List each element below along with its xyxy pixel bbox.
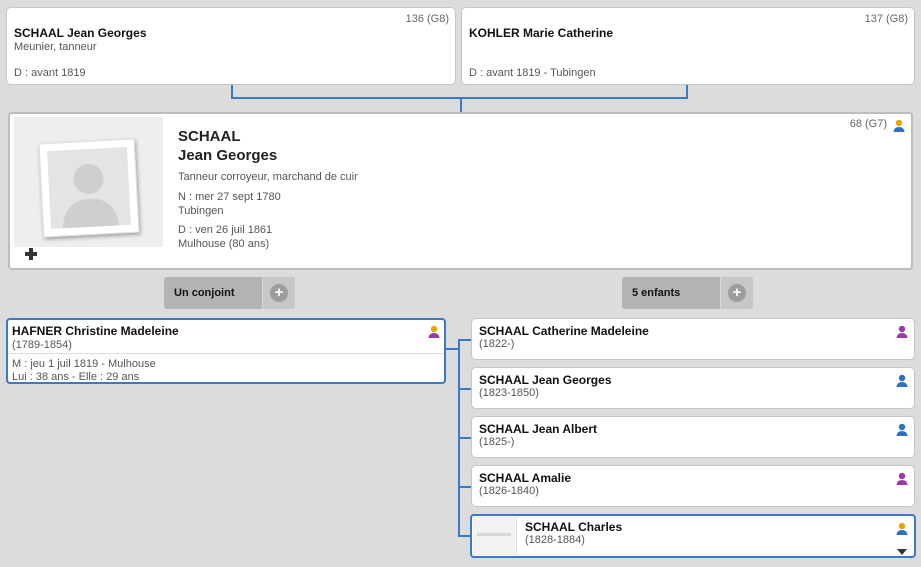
parents-link-down (460, 97, 462, 112)
father-occupation: Meunier, tanneur (14, 41, 97, 53)
spouse-years: (1789-1854) (12, 339, 72, 351)
father-name[interactable]: SCHAAL Jean Georges (14, 26, 147, 40)
mother-card[interactable]: 137 (G8) KOHLER Marie Catherine D : avan… (461, 7, 915, 85)
plus-icon[interactable] (24, 247, 38, 261)
mother-name[interactable]: KOHLER Marie Catherine (469, 26, 613, 40)
main-death-date: D : ven 26 juil 1861 (178, 224, 273, 236)
person-icon (896, 325, 908, 343)
add-icon: + (728, 284, 746, 302)
child-card[interactable]: SCHAAL Jean Georges (1823-1850) (471, 367, 915, 409)
photo-placeholder[interactable] (38, 138, 140, 238)
child-card[interactable]: SCHAAL Catherine Madeleine (1822-) (471, 318, 915, 360)
person-icon (896, 374, 908, 392)
children-count-label: 5 enfants (632, 287, 681, 299)
main-occupation: Tanneur corroyeur, marchand de cuir (178, 171, 358, 183)
main-person-card: 68 (G7) SCHAAL Jean Georges Tanneur corr… (8, 112, 913, 270)
person-icon (893, 119, 905, 137)
photo-frame[interactable] (14, 117, 163, 247)
children-link-tick-2 (458, 437, 471, 439)
add-child-button[interactable]: + (720, 277, 753, 309)
child-years: (1823-1850) (479, 387, 539, 399)
person-icon (896, 472, 908, 490)
add-icon: + (270, 284, 288, 302)
marriage-ages: Lui : 38 ans - Elle : 29 ans (12, 371, 140, 383)
marriage-info: M : jeu 1 juil 1819 - Mulhouse (12, 358, 156, 370)
main-sosa: 68 (G7) (849, 118, 887, 130)
spouse-count-label: Un conjoint (174, 287, 235, 299)
child-years: (1826-1840) (479, 485, 539, 497)
silhouette-icon (47, 146, 131, 230)
children-link-tick-3 (458, 486, 471, 488)
children-link-tick-1 (458, 388, 471, 390)
person-icon (428, 325, 440, 343)
spouse-toggle-button[interactable]: Un conjoint + (164, 277, 295, 309)
child-photo-thumbnail[interactable] (473, 517, 517, 555)
child-card[interactable]: SCHAAL Jean Albert (1825-) (471, 416, 915, 458)
child-name[interactable]: SCHAAL Jean Georges (479, 373, 612, 387)
child-name[interactable]: SCHAAL Catherine Madeleine (479, 324, 649, 338)
main-birth-place: Tubingen (178, 205, 224, 217)
children-toggle-button[interactable]: 5 enfants + (622, 277, 753, 309)
mother-death: D : avant 1819 - Tubingen (469, 67, 596, 79)
child-years: (1825-) (479, 436, 515, 448)
spouse-card[interactable]: HAFNER Christine Madeleine (1789-1854) M… (6, 318, 446, 384)
father-death: D : avant 1819 (14, 67, 86, 79)
main-death-place: Mulhouse (80 ans) (178, 238, 270, 250)
mother-sosa: 137 (G8) (864, 13, 908, 25)
main-surname: SCHAAL (178, 128, 241, 145)
divider (8, 353, 444, 354)
child-years: (1828-1884) (525, 534, 585, 546)
child-card-direct-line[interactable]: SCHAAL Charles (1828-1884) (470, 514, 916, 558)
child-name[interactable]: SCHAAL Jean Albert (479, 422, 597, 436)
chevron-down-icon[interactable] (896, 543, 908, 561)
father-card[interactable]: 136 (G8) SCHAAL Jean Georges Meunier, ta… (6, 7, 456, 85)
child-card[interactable]: SCHAAL Amalie (1826-1840) (471, 465, 915, 507)
add-spouse-button[interactable]: + (262, 277, 295, 309)
father-sosa: 136 (G8) (405, 13, 449, 25)
child-name[interactable]: SCHAAL Charles (525, 520, 622, 534)
child-name[interactable]: SCHAAL Amalie (479, 471, 571, 485)
person-icon (896, 423, 908, 441)
children-link-tick-0 (458, 339, 471, 341)
person-icon (896, 522, 908, 540)
child-years: (1822-) (479, 338, 515, 350)
main-birth-date: N : mer 27 sept 1780 (178, 191, 281, 203)
spouse-name[interactable]: HAFNER Christine Madeleine (12, 324, 179, 338)
main-given-name: Jean Georges (178, 147, 278, 164)
